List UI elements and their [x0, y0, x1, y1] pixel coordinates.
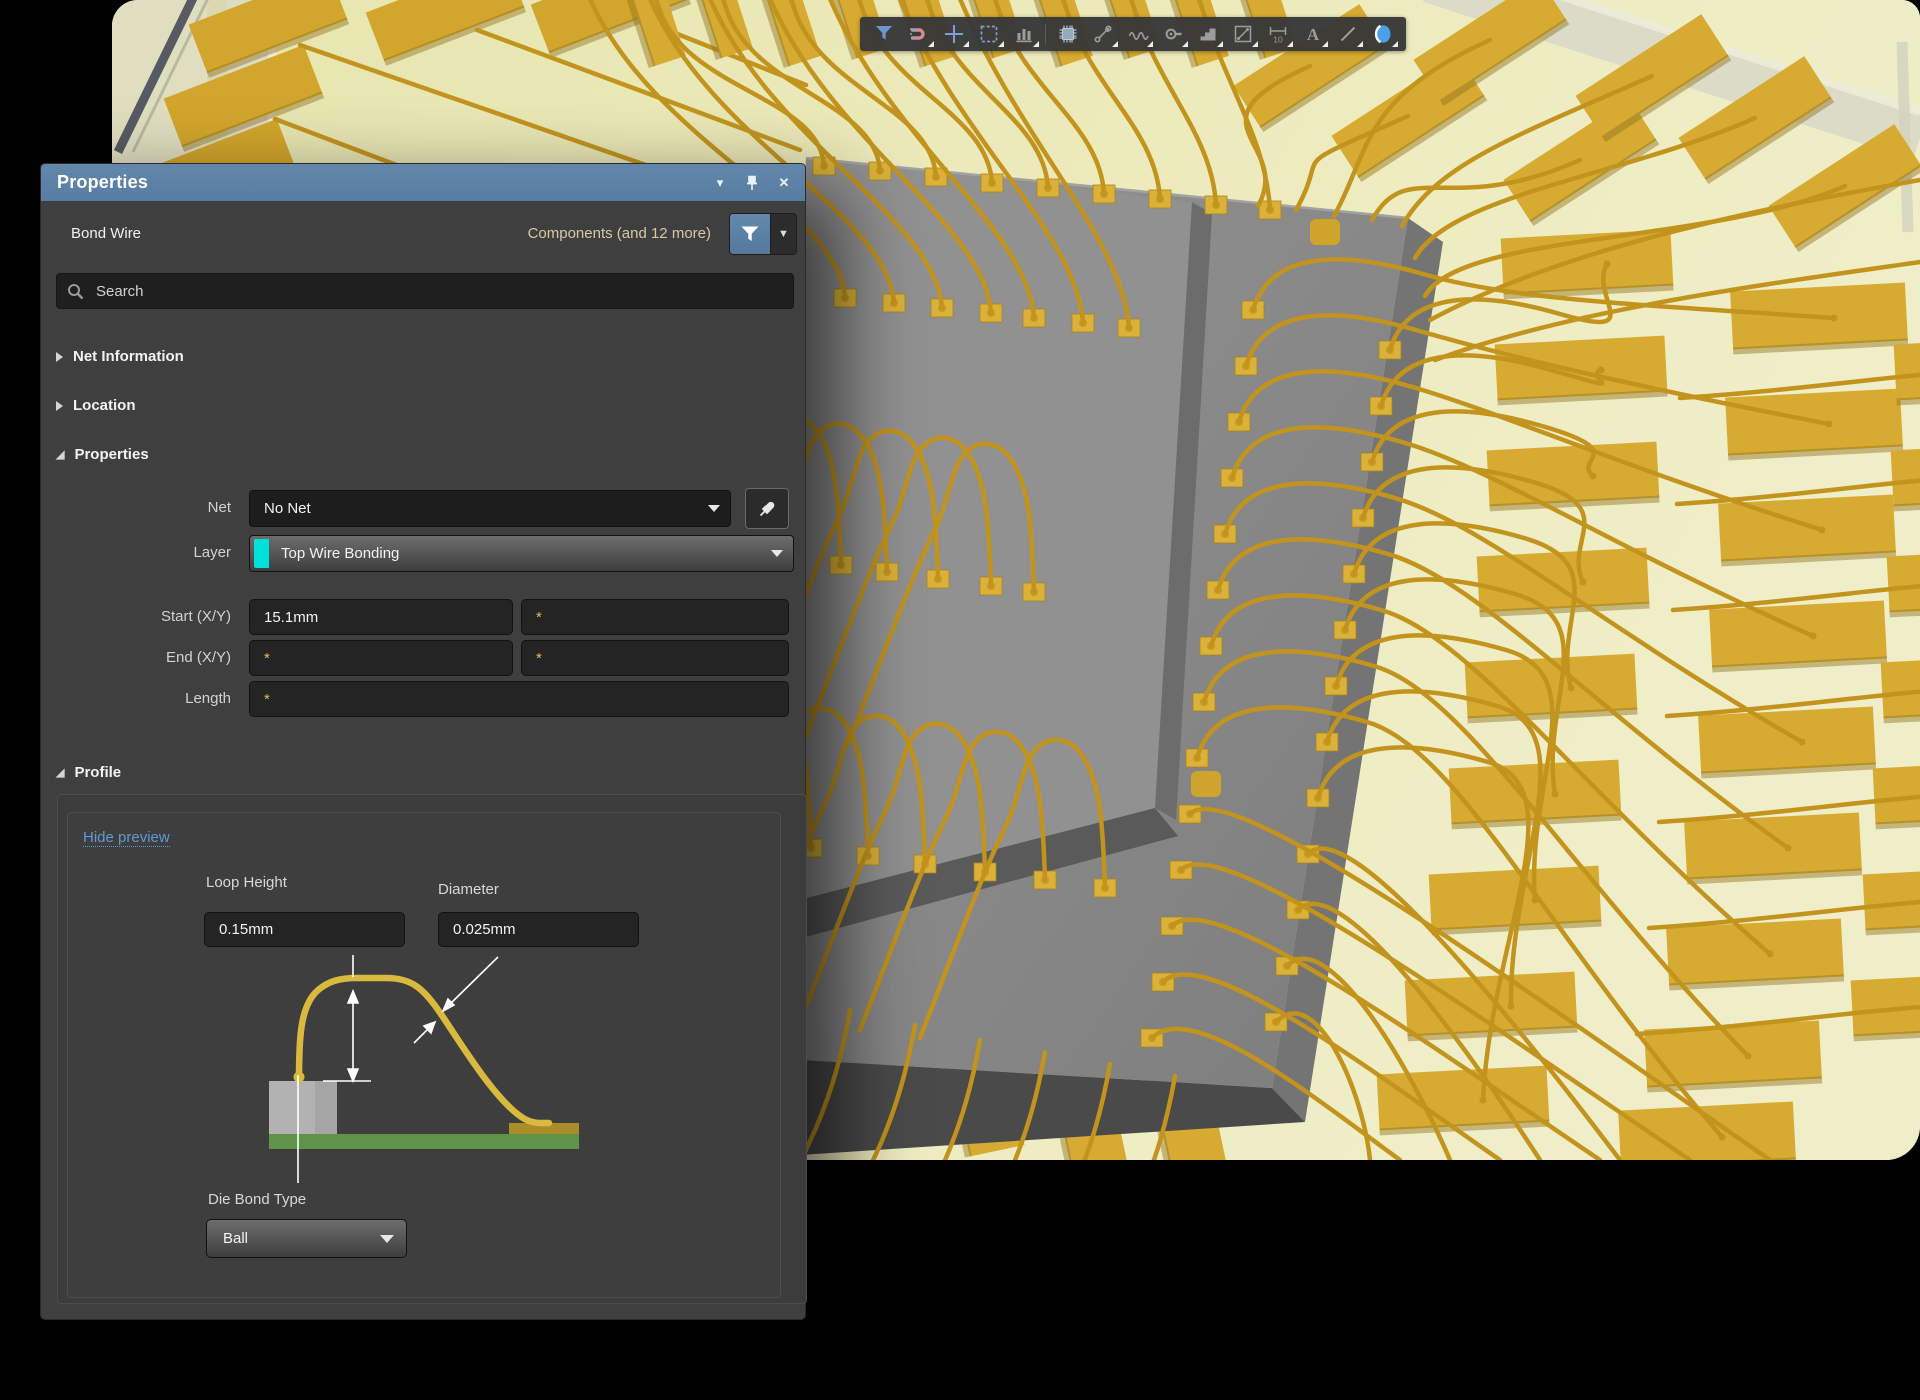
- loop-height-label: Loop Height: [206, 874, 287, 891]
- end-x-field[interactable]: [249, 640, 513, 676]
- section-location[interactable]: Location: [56, 397, 136, 414]
- bond-finger-pad: [1698, 706, 1876, 778]
- section-label: Profile: [74, 764, 121, 781]
- tool-via-icon[interactable]: [1155, 19, 1190, 49]
- application-window: 10 A Properties ▾ ✕ Bond Wire Components …: [0, 0, 1920, 1400]
- bond-finger-pad: [1881, 654, 1920, 724]
- tool-wave-icon[interactable]: [1120, 19, 1155, 49]
- diameter-label: Diameter: [438, 881, 499, 898]
- hide-preview-link[interactable]: Hide preview: [83, 829, 170, 847]
- chevron-expanded-icon: ◢: [56, 768, 64, 778]
- start-y-field[interactable]: [521, 599, 789, 635]
- tool-line-icon[interactable]: [1330, 19, 1365, 49]
- fiducial-pad: [1310, 219, 1340, 245]
- start-x-field[interactable]: [249, 599, 513, 635]
- section-net-information[interactable]: Net Information: [56, 348, 184, 365]
- layer-label: Layer: [101, 544, 231, 561]
- end-y-field[interactable]: [521, 640, 789, 676]
- tool-text-icon[interactable]: A: [1295, 19, 1330, 49]
- tool-route-icon[interactable]: [1085, 19, 1120, 49]
- layer-dropdown[interactable]: Top Wire Bonding: [249, 535, 794, 572]
- tool-chip-icon[interactable]: [1050, 19, 1085, 49]
- preview-substrate: [269, 1134, 579, 1149]
- start-label: Start (X/Y): [101, 608, 231, 625]
- object-type-label: Bond Wire: [71, 225, 141, 242]
- selection-scope-label: Components (and 12 more): [528, 225, 711, 242]
- tool-dimension-icon[interactable]: 10: [1260, 19, 1295, 49]
- tool-magnet-icon[interactable]: [901, 19, 936, 49]
- chevron-down-icon: [708, 505, 720, 512]
- section-label: Location: [73, 397, 136, 414]
- bond-finger-pad: [1709, 600, 1887, 672]
- bond-wire-preview-diagram: [181, 951, 661, 1186]
- chevron-right-icon: [56, 352, 63, 362]
- bond-finger-pad: [1684, 812, 1862, 884]
- length-field[interactable]: [249, 681, 789, 717]
- chevron-expanded-icon: ◢: [56, 450, 64, 460]
- panel-dropdown-icon[interactable]: ▾: [711, 174, 729, 192]
- view-toolbar: 10 A: [860, 17, 1406, 51]
- tool-selection-box-icon[interactable]: [971, 19, 1006, 49]
- end-label: End (X/Y): [101, 649, 231, 666]
- tool-ellipse-icon[interactable]: [1365, 19, 1400, 49]
- section-label: Net Information: [73, 348, 184, 365]
- panel-title: Properties: [57, 172, 148, 193]
- pin-icon[interactable]: [743, 174, 761, 192]
- tool-steps-icon[interactable]: [1190, 19, 1225, 49]
- fiducial-pad: [1191, 771, 1221, 797]
- die-bond-type-value: Ball: [223, 1230, 248, 1247]
- search-box[interactable]: [56, 273, 794, 309]
- bond-finger-pad: [1863, 866, 1920, 936]
- die-bond-type-label: Die Bond Type: [208, 1191, 306, 1208]
- layer-color-swatch: [254, 539, 269, 568]
- filter-split-button[interactable]: ▼: [729, 213, 797, 255]
- section-label: Properties: [74, 446, 148, 463]
- tool-columns-icon[interactable]: [1006, 19, 1041, 49]
- tool-crosshair-icon[interactable]: [936, 19, 971, 49]
- loop-height-dimension: [323, 955, 371, 1081]
- tool-measure-line-icon[interactable]: [1225, 19, 1260, 49]
- loop-height-field[interactable]: [204, 912, 405, 947]
- die-bond-type-dropdown[interactable]: Ball: [206, 1219, 407, 1258]
- section-profile[interactable]: ◢ Profile: [56, 764, 121, 781]
- diameter-field[interactable]: [438, 912, 639, 947]
- chevron-right-icon: [56, 401, 63, 411]
- bond-finger-pad: [1725, 388, 1903, 460]
- svg-text:10: 10: [1273, 35, 1283, 45]
- net-eyedropper-button[interactable]: [745, 488, 789, 529]
- tool-filter-icon[interactable]: [866, 19, 901, 49]
- filter-icon[interactable]: [730, 214, 770, 254]
- bond-finger-pad: [1891, 442, 1920, 512]
- search-icon: [67, 283, 84, 300]
- properties-panel: Properties ▾ ✕ Bond Wire Components (and…: [40, 163, 806, 1320]
- bond-finger-pad: [1887, 548, 1920, 618]
- toolbar-separator: [1045, 24, 1046, 44]
- svg-text:A: A: [1306, 25, 1319, 44]
- net-value: No Net: [264, 500, 311, 517]
- layer-value: Top Wire Bonding: [281, 545, 399, 562]
- section-properties[interactable]: ◢ Properties: [56, 446, 149, 463]
- bond-finger-pad: [1666, 918, 1844, 990]
- chevron-down-icon: [771, 550, 783, 557]
- chevron-down-icon: [380, 1235, 394, 1243]
- panel-header: Properties ▾ ✕: [41, 164, 805, 201]
- search-input[interactable]: [94, 282, 783, 301]
- bond-finger-pad: [1377, 1066, 1550, 1136]
- filter-dropdown-arrow[interactable]: ▼: [770, 214, 796, 254]
- net-label: Net: [101, 499, 231, 516]
- bond-finger-pad: [1894, 336, 1920, 406]
- length-label: Length: [101, 690, 231, 707]
- eyedropper-icon: [757, 499, 777, 519]
- net-dropdown[interactable]: No Net: [249, 490, 731, 527]
- bond-finger-pad: [1873, 760, 1920, 830]
- close-icon[interactable]: ✕: [775, 174, 793, 192]
